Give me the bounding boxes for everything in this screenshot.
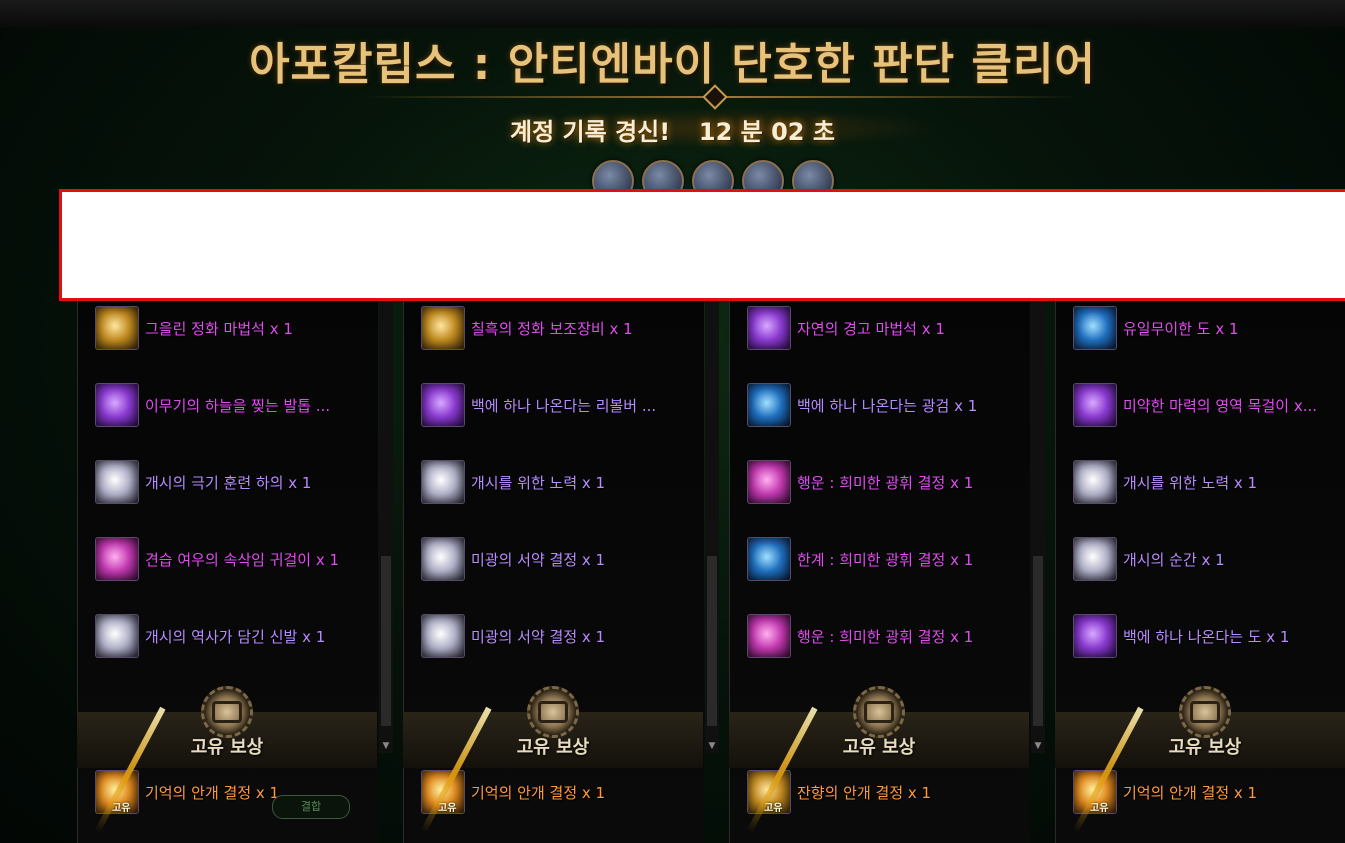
item-name: 미약한 마력의 영역 목걸이 x... xyxy=(1123,396,1318,415)
item-icon[interactable] xyxy=(747,306,791,350)
item-name: 행운 : 희미한 광휘 결정 x 1 xyxy=(797,473,974,492)
item-name: 미광의 서약 결정 x 1 xyxy=(471,550,606,569)
item-name: 백에 하나 나온다는 리볼버 ... xyxy=(471,396,657,415)
scroll-down-icon[interactable]: ▼ xyxy=(381,741,391,751)
column-scrollbar[interactable]: ▼ xyxy=(705,301,719,753)
redaction-box xyxy=(59,189,1345,301)
reward-item-name: 기억의 안개 결정 x 1 xyxy=(471,783,606,802)
reward-item-name: 잔향의 안개 결정 x 1 xyxy=(797,783,932,802)
item-icon[interactable] xyxy=(421,383,465,427)
item-name: 견습 여우의 속삭임 귀걸이 x 1 xyxy=(145,550,340,569)
top-toolbar xyxy=(0,0,1345,28)
item-name: 유일무이한 도 x 1 xyxy=(1123,319,1239,338)
loot-item[interactable]: 행운 : 희미한 광휘 결정 x 1 xyxy=(747,459,973,505)
record-text: 계정 기록 경신! xyxy=(510,118,671,146)
reward-label: 고유 보상 xyxy=(190,737,264,758)
loot-item[interactable]: 개시의 역사가 담긴 신발 x 1 xyxy=(95,613,325,659)
item-name: 백에 하나 나온다는 광검 x 1 xyxy=(797,396,978,415)
loot-item[interactable]: 미광의 서약 결정 x 1 xyxy=(421,613,605,659)
loot-item[interactable]: 한계 : 희미한 광휘 결정 x 1 xyxy=(747,536,973,582)
loot-item[interactable]: 견습 여우의 속삭임 귀걸이 x 1 xyxy=(95,536,339,582)
item-name: 개시의 극기 훈련 하의 x 1 xyxy=(145,473,312,492)
column-scrollbar[interactable]: ▼ xyxy=(1031,301,1045,753)
item-icon[interactable] xyxy=(421,306,465,350)
reward-label: 고유 보상 xyxy=(842,737,916,758)
record-subtitle: 계정 기록 경신! 12 분 02 초 xyxy=(0,112,1345,147)
reward-label: 고유 보상 xyxy=(1168,737,1242,758)
item-name: 미광의 서약 결정 x 1 xyxy=(471,627,606,646)
item-icon[interactable] xyxy=(95,383,139,427)
item-icon[interactable] xyxy=(1073,460,1117,504)
scrollbar-thumb[interactable] xyxy=(381,556,391,726)
clear-time: 12 분 02 초 xyxy=(698,118,835,146)
item-name: 개시의 역사가 담긴 신발 x 1 xyxy=(145,627,326,646)
reward-chest-icon[interactable] xyxy=(527,686,579,738)
loot-item[interactable]: 백에 하나 나온다는 리볼버 ... xyxy=(421,382,656,428)
item-icon[interactable] xyxy=(1073,537,1117,581)
reward-chest-icon[interactable] xyxy=(853,686,905,738)
scroll-down-icon[interactable]: ▼ xyxy=(1033,741,1043,751)
item-name: 칠흑의 정화 보조장비 x 1 xyxy=(471,319,633,338)
loot-item[interactable]: 개시의 순간 x 1 xyxy=(1073,536,1225,582)
loot-item[interactable]: 이무기의 하늘을 찢는 발톱 ... xyxy=(95,382,330,428)
item-name: 행운 : 희미한 광휘 결정 x 1 xyxy=(797,627,974,646)
item-name: 자연의 경고 마법석 x 1 xyxy=(797,319,945,338)
item-name: 개시의 순간 x 1 xyxy=(1123,550,1225,569)
loot-item[interactable]: 미광의 서약 결정 x 1 xyxy=(421,536,605,582)
item-name: 이무기의 하늘을 찢는 발톱 ... xyxy=(145,396,331,415)
loot-item[interactable]: 칠흑의 정화 보조장비 x 1 xyxy=(421,305,633,351)
item-icon[interactable] xyxy=(421,460,465,504)
item-icon[interactable] xyxy=(1073,383,1117,427)
item-icon[interactable] xyxy=(747,614,791,658)
item-name: 한계 : 희미한 광휘 결정 x 1 xyxy=(797,550,974,569)
scrollbar-thumb[interactable] xyxy=(1033,556,1043,726)
reward-label: 고유 보상 xyxy=(516,737,590,758)
reward-chest-icon[interactable] xyxy=(201,686,253,738)
loot-item[interactable]: 백에 하나 나온다는 광검 x 1 xyxy=(747,382,977,428)
reward-item-name: 기억의 안개 결정 x 1 xyxy=(1123,783,1258,802)
loot-item[interactable]: 유일무이한 도 x 1 xyxy=(1073,305,1239,351)
loot-item[interactable]: 그을린 정화 마법석 x 1 xyxy=(95,305,293,351)
item-name: 백에 하나 나온다는 도 x 1 xyxy=(1123,627,1290,646)
loot-item[interactable]: 백에 하나 나온다는 도 x 1 xyxy=(1073,613,1289,659)
item-name: 그을린 정화 마법석 x 1 xyxy=(145,319,293,338)
item-icon[interactable] xyxy=(95,537,139,581)
item-icon[interactable] xyxy=(95,460,139,504)
loot-item[interactable]: 행운 : 희미한 광휘 결정 x 1 xyxy=(747,613,973,659)
item-icon[interactable] xyxy=(95,614,139,658)
column-scrollbar[interactable]: ▼ xyxy=(379,301,393,753)
scrollbar-thumb[interactable] xyxy=(707,556,717,726)
item-icon[interactable] xyxy=(95,306,139,350)
item-icon[interactable] xyxy=(747,460,791,504)
chest-icon xyxy=(538,701,568,723)
dungeon-clear-title: 아포칼립스 : 안티엔바이 단호한 판단 클리어 xyxy=(249,39,1096,90)
item-icon[interactable] xyxy=(1073,306,1117,350)
chest-icon xyxy=(864,701,894,723)
item-name: 개시를 위한 노력 x 1 xyxy=(471,473,606,492)
scroll-down-icon[interactable]: ▼ xyxy=(707,741,717,751)
item-name: 개시를 위한 노력 x 1 xyxy=(1123,473,1258,492)
combine-button[interactable]: 결합 xyxy=(272,795,350,819)
item-icon[interactable] xyxy=(1073,614,1117,658)
loot-item[interactable]: 개시를 위한 노력 x 1 xyxy=(1073,459,1257,505)
reward-chest-icon[interactable] xyxy=(1179,686,1231,738)
loot-item[interactable]: 개시를 위한 노력 x 1 xyxy=(421,459,605,505)
loot-item[interactable]: 개시의 극기 훈련 하의 x 1 xyxy=(95,459,311,505)
reward-item-name: 기억의 안개 결정 x 1 xyxy=(145,783,280,802)
loot-item[interactable]: 미약한 마력의 영역 목걸이 x... xyxy=(1073,382,1317,428)
chest-icon xyxy=(212,701,242,723)
item-icon[interactable] xyxy=(421,537,465,581)
item-icon[interactable] xyxy=(747,537,791,581)
item-icon[interactable] xyxy=(421,614,465,658)
loot-item[interactable]: 자연의 경고 마법석 x 1 xyxy=(747,305,945,351)
item-icon[interactable] xyxy=(747,383,791,427)
chest-icon xyxy=(1190,701,1220,723)
